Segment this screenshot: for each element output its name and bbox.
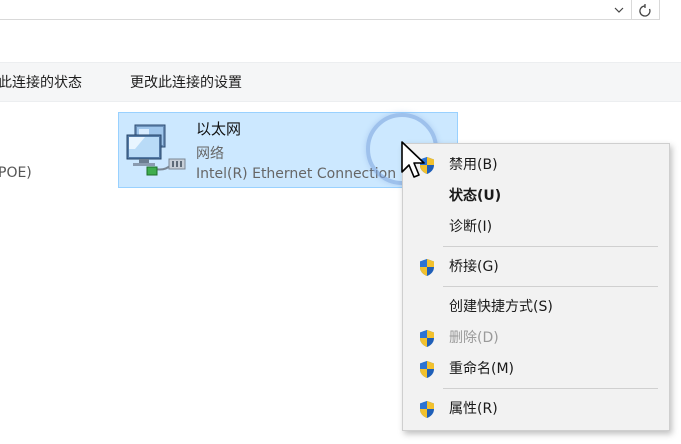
menu-item-diagnose[interactable]: 诊断(I) <box>403 214 669 240</box>
menu-item-status[interactable]: 状态(U) <box>403 183 669 209</box>
mouse-pointer-icon <box>401 141 425 178</box>
menu-item-label: 诊断(I) <box>449 219 493 235</box>
menu-item-label: 重命名(M) <box>449 361 515 377</box>
context-menu: 禁用(B) 状态(U) 诊断(I) 桥接(G) 创建快捷方式(S) 删除(D) <box>402 143 670 431</box>
menu-item-bridge[interactable]: 桥接(G) <box>403 254 669 280</box>
address-bar-row <box>0 0 681 30</box>
menu-item-label: 禁用(B) <box>449 157 498 173</box>
uac-shield-icon <box>420 330 434 347</box>
uac-shield-icon <box>420 259 434 276</box>
refresh-icon <box>639 3 651 17</box>
menu-item-label: 创建快捷方式(S) <box>449 299 553 315</box>
change-connection-settings-button[interactable]: 更改此连接的设置 <box>130 63 242 103</box>
address-separator <box>631 0 632 20</box>
menu-item-disable[interactable]: 禁用(B) <box>403 152 669 178</box>
menu-separator <box>443 286 658 287</box>
menu-item-label: 删除(D) <box>449 330 499 346</box>
connection-name: 以太网 <box>196 120 242 138</box>
view-connection-status-button[interactable]: 此连接的状态 <box>0 63 82 103</box>
menu-item-label: 桥接(G) <box>449 259 499 275</box>
connection-device-name: Intel(R) Ethernet Connection <box>196 166 397 182</box>
uac-shield-icon <box>420 361 434 378</box>
menu-separator <box>443 388 658 389</box>
uac-shield-icon <box>420 401 434 418</box>
menu-item-label: 状态(U) <box>449 188 502 204</box>
menu-item-delete: 删除(D) <box>403 325 669 351</box>
refresh-button[interactable] <box>634 0 656 20</box>
menu-item-properties[interactable]: 属性(R) <box>403 396 669 422</box>
menu-item-rename[interactable]: 重命名(M) <box>403 356 669 382</box>
network-adapter-icon <box>126 124 186 176</box>
partial-connection-label[interactable]: POE) <box>0 165 32 181</box>
menu-separator <box>443 246 658 247</box>
chevron-down-icon <box>614 7 624 13</box>
menu-item-create-shortcut[interactable]: 创建快捷方式(S) <box>403 294 669 320</box>
address-bar[interactable] <box>0 0 660 20</box>
command-bar: 此连接的状态 更改此连接的设置 <box>0 62 681 102</box>
menu-item-label: 属性(R) <box>449 401 498 417</box>
address-dropdown-button[interactable] <box>607 0 631 20</box>
connection-network-type: 网络 <box>196 146 224 162</box>
